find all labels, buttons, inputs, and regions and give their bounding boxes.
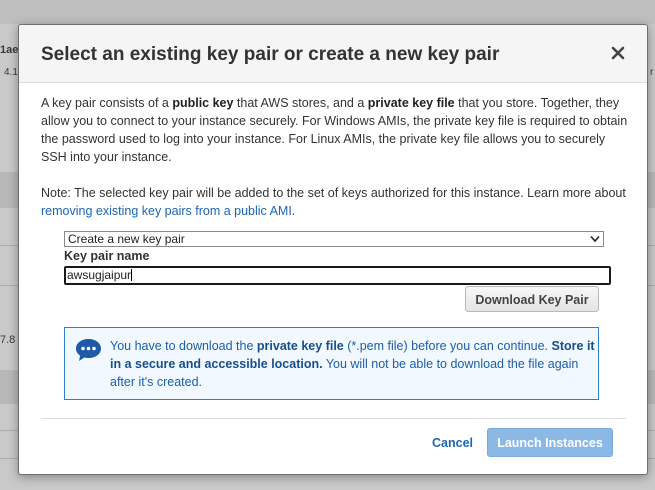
description-text: that AWS stores, and a bbox=[233, 96, 368, 110]
input-value: awsugjaipur bbox=[67, 268, 133, 283]
download-key-pair-button[interactable]: Download Key Pair bbox=[465, 286, 599, 312]
dialog-title: Select an existing key pair or create a … bbox=[41, 44, 500, 65]
info-text-part: You have to download the bbox=[110, 339, 257, 353]
close-icon bbox=[611, 46, 625, 60]
description-text: A key pair consists of a bbox=[41, 96, 173, 110]
description-bold: private key file bbox=[367, 96, 455, 110]
chevron-down-icon bbox=[590, 235, 600, 243]
key-pair-description: A key pair consists of a public key that… bbox=[41, 94, 631, 166]
remove-key-pairs-link[interactable]: removing existing key pairs from a publi… bbox=[41, 204, 292, 218]
info-alert: You have to download the private key fil… bbox=[64, 327, 599, 400]
footer-divider bbox=[41, 418, 626, 419]
launch-instances-button[interactable]: Launch Instances bbox=[487, 428, 613, 457]
bg-text-fragment: 4.1 bbox=[4, 67, 18, 78]
key-pair-option-select[interactable]: Create a new key pair bbox=[64, 231, 604, 247]
key-pair-dialog: Select an existing key pair or create a … bbox=[18, 24, 648, 475]
note-end: . bbox=[291, 204, 296, 218]
close-button[interactable] bbox=[608, 43, 628, 63]
chat-bubble-icon bbox=[75, 338, 102, 367]
bg-text-fragment: 7.8 bbox=[0, 334, 16, 346]
info-text-bold: private key file bbox=[256, 339, 344, 353]
info-text: You have to download the private key fil… bbox=[110, 337, 597, 391]
input-text: awsugjaipur bbox=[67, 268, 132, 282]
select-value: Create a new key pair bbox=[68, 232, 185, 246]
bg-text-fragment: r bbox=[650, 67, 654, 78]
bg-text-fragment: 1ae bbox=[0, 44, 19, 56]
bg-header-band bbox=[0, 0, 655, 24]
key-pair-name-input[interactable]: awsugjaipur bbox=[64, 266, 611, 285]
info-text-part: (*.pem file) before you can continue. bbox=[343, 339, 552, 353]
description-bold: public key bbox=[172, 96, 234, 110]
text-caret bbox=[131, 269, 133, 281]
cancel-button[interactable]: Cancel bbox=[432, 436, 473, 450]
note-text: Note: The selected key pair will be adde… bbox=[41, 184, 631, 220]
note-body: Note: The selected key pair will be adde… bbox=[41, 186, 626, 200]
key-pair-name-label: Key pair name bbox=[64, 249, 150, 263]
dialog-header: Select an existing key pair or create a … bbox=[19, 25, 647, 83]
